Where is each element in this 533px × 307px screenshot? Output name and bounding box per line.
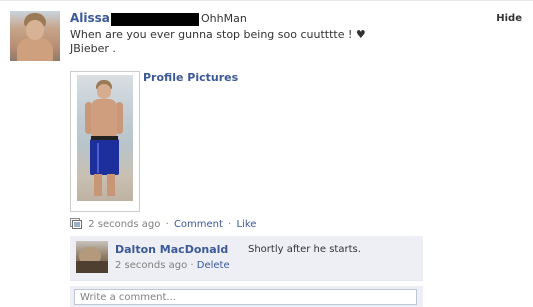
post-timestamp[interactable]: 2 seconds ago [88,219,160,230]
comment-meta-row: 2 seconds ago · Delete [115,260,230,271]
post-message-line-2: JBieber . [70,42,116,55]
meta-separator: · [165,219,169,230]
photo-shorts [90,139,119,175]
post-meta-row: 2 seconds ago · Comment · Like [70,218,256,232]
like-link[interactable]: Like [237,219,257,230]
photo-image [77,75,133,201]
post-author-link[interactable]: Alissa [70,11,110,25]
author-avatar[interactable] [10,11,60,61]
write-comment-input[interactable] [74,289,417,305]
comment-link[interactable]: Comment [174,219,223,230]
photo-leg-left [94,174,102,196]
attached-photo[interactable] [70,71,140,212]
avatar-face [26,20,44,40]
redaction-bar [111,13,199,26]
post-message: When are you ever gunna stop being soo c… [70,28,410,56]
photo-waistband [91,136,118,140]
hide-button[interactable]: Hide [496,13,522,24]
comment-text: Shortly after he starts. [248,244,361,255]
avatar-torso [17,38,53,61]
post-message-line-1: When are you ever gunna stop being soo c… [70,28,366,41]
top-divider [0,0,533,1]
photo-leg-right [107,174,115,196]
album-title-link[interactable]: Profile Pictures [143,71,238,84]
delete-comment-link[interactable]: Delete [197,260,230,271]
commenter-avatar-shoulders [76,261,108,273]
photo-head [97,84,111,99]
photo-shorts-stripe [97,143,99,173]
post-author-suffix: OhhMan [201,12,247,25]
commenter-avatar[interactable] [76,241,108,273]
comment-item: Dalton MacDonald Shortly after he starts… [70,236,423,281]
meta-separator: · [228,219,232,230]
photo-album-icon [70,218,82,229]
comment-composer [70,286,423,307]
comment-meta-separator: · [190,260,194,271]
photo-arm-right [116,102,123,134]
comment-timestamp[interactable]: 2 seconds ago [115,260,187,271]
photo-body [91,99,117,137]
commenter-name-link[interactable]: Dalton MacDonald [115,243,228,256]
